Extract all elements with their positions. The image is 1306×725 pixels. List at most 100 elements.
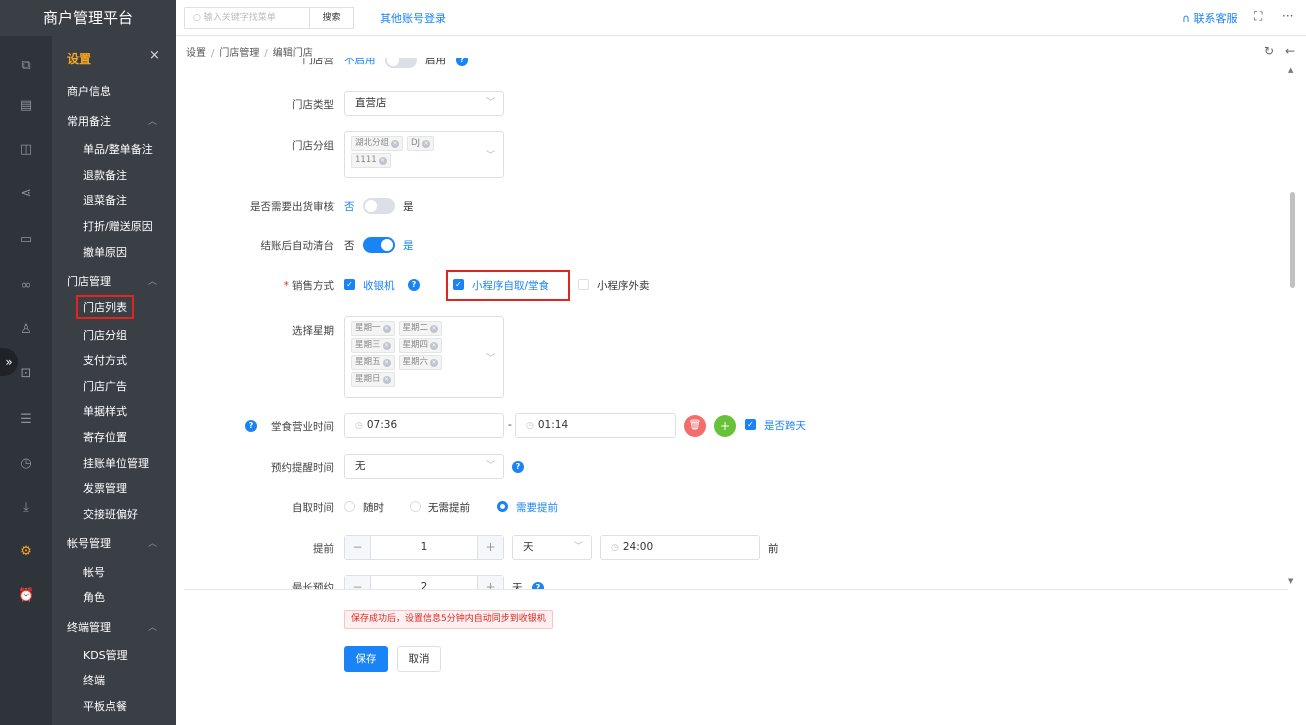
refresh-icon[interactable]: ↻ [1264, 44, 1274, 58]
minus-icon[interactable]: − [345, 576, 371, 589]
sidebar-item-storage-location[interactable]: 寄存位置 [83, 429, 127, 445]
weekdays-select[interactable]: 星期一 × 星期二 ×星期三 × 星期四 ×星期五 × 星期六 ×星期日 × ﹀ [344, 316, 504, 398]
chevron-up-icon[interactable]: ︿ [148, 114, 157, 127]
sidebar-item-shift-preferences[interactable]: 交接班偏好 [83, 506, 138, 522]
truck-icon[interactable]: ⊡ [18, 366, 34, 382]
bag-icon[interactable]: ◫ [18, 142, 34, 158]
checkbox-cross-day[interactable]: ✓ [745, 419, 756, 430]
checkbox-miniapp-dinein[interactable]: ✓ [453, 279, 464, 290]
close-icon[interactable]: × [430, 359, 439, 367]
sidebar-group-terminal-management[interactable]: 终端管理 [67, 619, 111, 635]
option-need-advance[interactable]: 需要提前 [516, 500, 558, 515]
back-arrow-icon[interactable]: ← [1285, 44, 1295, 58]
scroll-up-icon[interactable]: ▲ [1288, 66, 1293, 74]
sidebar-group-account-management[interactable]: 帐号管理 [67, 535, 111, 551]
minus-icon[interactable]: − [345, 536, 371, 559]
help-icon[interactable]: ? [408, 279, 420, 291]
cross-day-label[interactable]: 是否跨天 [764, 418, 806, 433]
user-icon[interactable]: ♙ [18, 322, 34, 338]
more-icon[interactable]: ··· [1282, 9, 1293, 23]
close-icon[interactable]: × [382, 342, 391, 350]
other-login-link[interactable]: 其他账号登录 [380, 10, 446, 26]
option-no-advance[interactable]: 无需提前 [428, 500, 470, 515]
store-type-select[interactable]: 直营店 ﹀ [344, 91, 504, 116]
close-icon[interactable]: × [382, 359, 391, 367]
sidebar-item-merchant-info[interactable]: 商户信息 [67, 83, 111, 99]
sidebar-item-store-groups[interactable]: 门店分组 [83, 327, 127, 343]
chevron-up-icon[interactable]: ︿ [148, 274, 157, 287]
close-icon[interactable]: × [430, 342, 439, 350]
add-icon[interactable]: + [714, 415, 736, 437]
database-icon[interactable]: ☰ [18, 412, 34, 428]
dine-start-time-input[interactable]: ◷ 07:36 [344, 413, 504, 438]
sidebar-item-return-dish-notes[interactable]: 退菜备注 [83, 192, 127, 208]
alarm-icon[interactable]: ⏰ [18, 588, 34, 604]
radio-need-advance[interactable] [497, 501, 508, 512]
calendar-icon[interactable]: ▤ [18, 98, 34, 114]
dine-end-time-input[interactable]: ◷ 01:14 [515, 413, 676, 438]
sidebar-item-invoice-management[interactable]: 发票管理 [83, 480, 127, 496]
sidebar-item-account[interactable]: 帐号 [83, 564, 105, 580]
scrollbar-thumb[interactable] [1290, 192, 1295, 288]
reminder-select[interactable]: 无 ﹀ [344, 454, 504, 479]
close-icon[interactable]: × [149, 48, 160, 63]
option-anytime[interactable]: 随时 [363, 500, 384, 515]
radio-no-advance[interactable] [410, 501, 421, 512]
sidebar-item-terminal[interactable]: 终端 [83, 672, 105, 688]
option-cashier[interactable]: 收银机 [363, 278, 395, 293]
help-icon[interactable]: ? [512, 461, 524, 473]
sidebar-item-discount-reasons[interactable]: 打折/赠送原因 [83, 218, 153, 234]
advance-unit-select[interactable]: 天 ﹀ [512, 535, 592, 560]
scroll-down-icon[interactable]: ▼ [1288, 577, 1293, 585]
bike-icon[interactable]: ∞ [18, 278, 34, 294]
chevron-up-icon[interactable]: ︿ [148, 536, 157, 549]
checkbox-miniapp-delivery[interactable] [578, 279, 589, 290]
sidebar-item-payment-methods[interactable]: 支付方式 [83, 352, 127, 368]
help-icon[interactable]: ? [532, 582, 544, 589]
sidebar-item-refund-notes[interactable]: 退款备注 [83, 167, 127, 183]
delete-icon[interactable]: 🗑 [684, 415, 706, 437]
close-icon[interactable]: × [382, 325, 391, 333]
help-icon[interactable]: ? [456, 58, 468, 66]
close-icon[interactable]: × [391, 140, 400, 148]
fullscreen-icon[interactable]: ⛶ [1254, 9, 1262, 24]
sidebar-group-common-notes[interactable]: 常用备注 [67, 113, 111, 129]
max-booking-stepper[interactable]: − 2 + [344, 575, 504, 589]
contact-support-link[interactable]: ∩ 联系客服 [1182, 10, 1238, 26]
chevron-up-icon[interactable]: ︿ [148, 620, 157, 633]
sidebar-group-store-management[interactable]: 门店管理 [67, 273, 111, 289]
store-group-select[interactable]: 湖北分组 × DJ × 1111 × ﹀ [344, 131, 504, 178]
sidebar-item-store-list[interactable]: 门店列表 [76, 295, 134, 319]
settings-icon[interactable]: ⚙ [18, 544, 34, 560]
close-icon[interactable]: × [378, 157, 387, 165]
store-enable-switch[interactable] [385, 58, 417, 68]
tablet-icon[interactable]: ▭ [18, 232, 34, 248]
close-icon[interactable]: × [430, 325, 439, 333]
share-icon[interactable]: ⋖ [18, 186, 34, 202]
save-button[interactable]: 保存 [344, 646, 388, 672]
cancel-button[interactable]: 取消 [397, 646, 441, 672]
sidebar-item-cancel-reasons[interactable]: 撤单原因 [83, 244, 127, 260]
sidebar-item-store-ads[interactable]: 门店广告 [83, 378, 127, 394]
sidebar-item-role[interactable]: 角色 [83, 589, 105, 605]
auto-clear-switch[interactable] [363, 237, 395, 253]
advance-time-input[interactable]: ◷ 24:00 [600, 535, 760, 560]
sidebar-item-receipt-style[interactable]: 单据样式 [83, 403, 127, 419]
download-icon[interactable]: ⤓ [18, 500, 34, 516]
close-icon[interactable]: × [382, 376, 391, 384]
sidebar-item-item-notes[interactable]: 单品/整单备注 [83, 141, 153, 157]
help-icon[interactable]: ? [245, 420, 257, 432]
close-icon[interactable]: × [422, 140, 431, 148]
sidebar-item-tablet-ordering[interactable]: 平板点餐 [83, 698, 127, 714]
sidebar-item-kds[interactable]: KDS管理 [83, 647, 128, 663]
search-button[interactable]: 搜索 [310, 7, 354, 29]
checkbox-cashier[interactable]: ✓ [344, 279, 355, 290]
ship-review-switch[interactable] [363, 198, 395, 214]
plus-icon[interactable]: + [477, 576, 503, 589]
advance-stepper[interactable]: − 1 + [344, 535, 504, 560]
option-miniapp-dinein[interactable]: 小程序自取/堂食 [472, 278, 549, 293]
radio-anytime[interactable] [344, 501, 355, 512]
clock-icon[interactable]: ◷ [18, 456, 34, 472]
sidebar-item-credit-accounts[interactable]: 挂账单位管理 [83, 455, 149, 471]
plus-icon[interactable]: + [477, 536, 503, 559]
